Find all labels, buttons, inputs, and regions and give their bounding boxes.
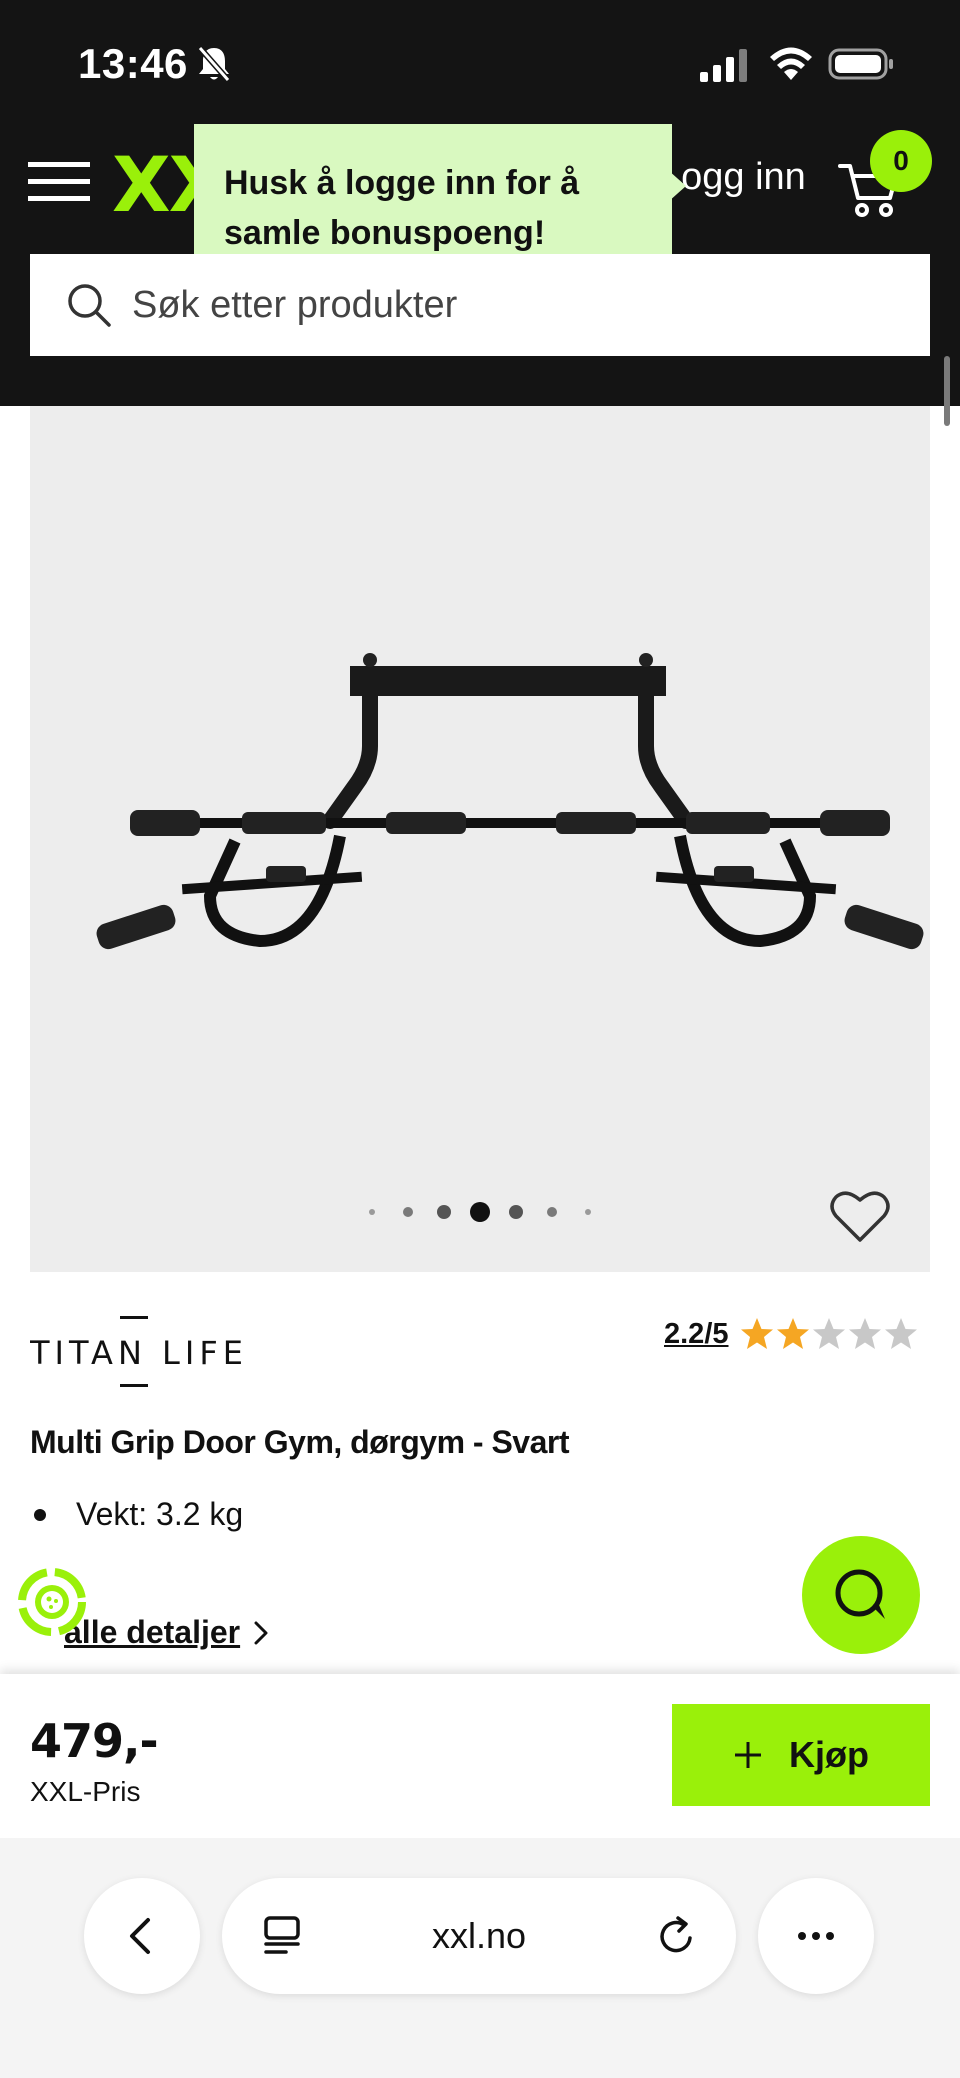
eco-badge-icon[interactable] <box>16 1566 88 1638</box>
carousel-indicator[interactable] <box>30 1194 930 1230</box>
bell-muted-icon <box>197 46 231 82</box>
star-icon <box>740 1318 773 1349</box>
more-icon <box>798 1932 834 1940</box>
heart-icon[interactable] <box>830 1188 890 1244</box>
all-details-label[interactable]: alle detaljer <box>64 1614 240 1651</box>
brand-logo[interactable]: TITAN LIFE® <box>30 1312 250 1392</box>
address-bar[interactable]: xxl.no <box>222 1878 736 1994</box>
star-icon <box>776 1318 809 1349</box>
product-image <box>96 653 924 950</box>
price: 479,- <box>30 1714 159 1768</box>
star-icon <box>812 1318 845 1349</box>
search-bar[interactable] <box>30 254 930 356</box>
brand-name: TITAN LIFE® <box>30 1334 250 1372</box>
cart-count-badge[interactable]: 0 <box>870 130 932 192</box>
star-icon <box>884 1318 917 1349</box>
browser-toolbar: xxl.no <box>0 1838 960 2078</box>
buy-bar: 479,- XXL-Pris Kjøp <box>0 1674 960 1838</box>
signal-icon <box>700 49 747 82</box>
back-button[interactable] <box>84 1878 200 1994</box>
buy-button[interactable]: Kjøp <box>672 1704 930 1806</box>
plus-icon <box>735 1742 761 1768</box>
chevron-right-icon <box>254 1621 268 1644</box>
site-header: 13:46 XXL Logg inn 0 Husk å logge inn fo… <box>0 0 960 406</box>
all-details-link[interactable]: alle detaljer <box>64 1614 272 1651</box>
price-label: XXL-Pris <box>30 1776 141 1807</box>
scrollbar[interactable] <box>944 356 950 426</box>
spec-list-item: Vekt: 3.2 kg <box>30 1496 243 1533</box>
tabs-icon[interactable] <box>260 1914 304 1958</box>
url-text[interactable]: xxl.no <box>432 1915 526 1957</box>
chat-icon <box>835 1569 885 1619</box>
search-input[interactable] <box>132 283 892 327</box>
tooltip-arrow <box>668 170 686 202</box>
hamburger-menu-icon[interactable] <box>28 160 90 204</box>
buy-button-label[interactable]: Kjøp <box>789 1734 869 1776</box>
star-icon <box>848 1318 881 1349</box>
chat-button[interactable] <box>802 1536 920 1654</box>
more-button[interactable] <box>758 1878 874 1994</box>
status-time: 13:46 <box>78 40 188 87</box>
wifi-icon <box>770 47 812 80</box>
product-rating[interactable]: 2.2/5 <box>664 1316 919 1352</box>
search-icon <box>68 284 111 327</box>
spec-text: Vekt: 3.2 kg <box>76 1496 244 1532</box>
reload-icon[interactable] <box>654 1914 698 1958</box>
battery-icon <box>828 48 893 80</box>
bullet <box>34 1508 46 1521</box>
product-image-carousel[interactable] <box>30 406 930 1272</box>
rating-stars <box>739 1316 919 1352</box>
product-title: Multi Grip Door Gym, dørgym - Svart <box>30 1424 570 1460</box>
chevron-left-icon <box>130 1918 150 1954</box>
rating-text[interactable]: 2.2/5 <box>664 1318 729 1351</box>
